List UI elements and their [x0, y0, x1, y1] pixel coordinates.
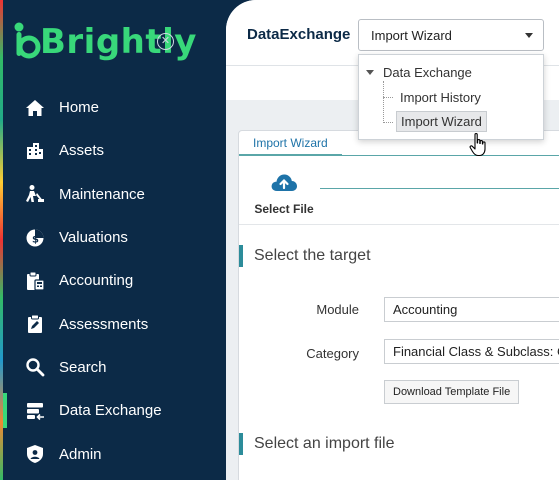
worker-icon [24, 183, 46, 205]
data-exchange-icon [24, 400, 46, 422]
section-title-import: Select an import file [239, 433, 395, 455]
section-title-text: Select an import file [254, 435, 395, 452]
tree-root-data-exchange[interactable]: Data Exchange [365, 65, 472, 80]
sidebar-item-label: Maintenance [59, 185, 145, 203]
tree-connector [383, 97, 393, 98]
sidebar-item-label: Search [59, 358, 107, 376]
shield-user-icon [24, 443, 46, 465]
clipboard-edit-icon [24, 313, 46, 335]
download-template-button[interactable]: Download Template File [384, 380, 520, 404]
sidebar-item-search[interactable]: Search [0, 346, 226, 389]
cloud-upload-icon [271, 174, 297, 191]
close-icon: ✕ [160, 35, 171, 47]
select-dropdown-panel: Data Exchange Import History Import Wiza… [358, 54, 544, 140]
building-icon [24, 140, 46, 162]
search-icon [24, 356, 46, 378]
sidebar-item-label: Valuations [59, 229, 128, 247]
collapse-menu-button[interactable]: ✕ [157, 33, 174, 50]
module-label: Module [316, 302, 359, 317]
tree-root-label: Data Exchange [383, 65, 472, 80]
tree-item-import-history[interactable]: Import History [396, 88, 485, 107]
sidebar-item-home[interactable]: Home [0, 86, 226, 129]
step-label: Select File [254, 202, 314, 216]
hand-pointer-cursor-icon [469, 133, 486, 157]
module-value: Accounting [393, 302, 458, 317]
sidebar-item-label: Data Exchange [59, 402, 162, 420]
tree-connector [383, 122, 393, 123]
step-progress-line [320, 188, 559, 189]
sidebar-item-label: Home [59, 99, 100, 117]
sidebar-item-assessments[interactable]: Assessments [0, 302, 226, 345]
sidebar-item-label: Admin [59, 445, 102, 463]
clipboard-calculator-icon [24, 270, 46, 292]
valuation-icon: $ [24, 227, 46, 249]
category-select[interactable]: Financial Class & Subclass: Cr [384, 339, 559, 364]
section-title-text: Select the target [254, 247, 371, 264]
sidebar-item-data-exchange[interactable]: Data Exchange [0, 389, 226, 432]
sidebar-item-label: Assets [59, 142, 105, 160]
page-select-dropdown[interactable]: Import Wizard [358, 19, 544, 51]
svg-text:$: $ [32, 234, 39, 245]
sidebar-nav: Home Assets Maintenance $ Valuations Acc… [0, 86, 226, 476]
section-divider [239, 224, 559, 225]
tab-underline [239, 155, 559, 156]
module-select[interactable]: Accounting [384, 297, 559, 322]
sidebar-item-valuations[interactable]: $ Valuations [0, 216, 226, 259]
step-select-file[interactable]: Select File [253, 171, 315, 216]
category-value: Financial Class & Subclass: Cr [393, 344, 559, 359]
sidebar-item-assets[interactable]: Assets [0, 129, 226, 172]
sidebar-item-label: Accounting [59, 272, 134, 290]
sidebar-item-label: Assessments [59, 315, 149, 333]
brightly-logo-mark [14, 22, 41, 59]
tab-import-wizard[interactable]: Import Wizard [239, 131, 342, 155]
tree-connector [383, 81, 384, 123]
page-title: DataExchange [247, 26, 351, 43]
tree-item-import-wizard[interactable]: Import Wizard [396, 111, 487, 132]
sidebar-item-accounting[interactable]: Accounting [0, 259, 226, 302]
sidebar-item-maintenance[interactable]: Maintenance [0, 173, 226, 216]
section-title-target: Select the target [239, 245, 371, 267]
sidebar: Brightly ✕ Home Assets Maintenance $ Val… [0, 0, 226, 480]
import-wizard-card: Import Wizard Select File Select the tar… [238, 130, 559, 480]
chevron-down-icon [525, 33, 533, 38]
expand-triangle-icon [366, 70, 374, 75]
select-value: Import Wizard [371, 27, 452, 43]
category-label: Category [306, 346, 359, 361]
home-icon [24, 97, 46, 119]
sidebar-item-admin[interactable]: Admin [0, 432, 226, 475]
